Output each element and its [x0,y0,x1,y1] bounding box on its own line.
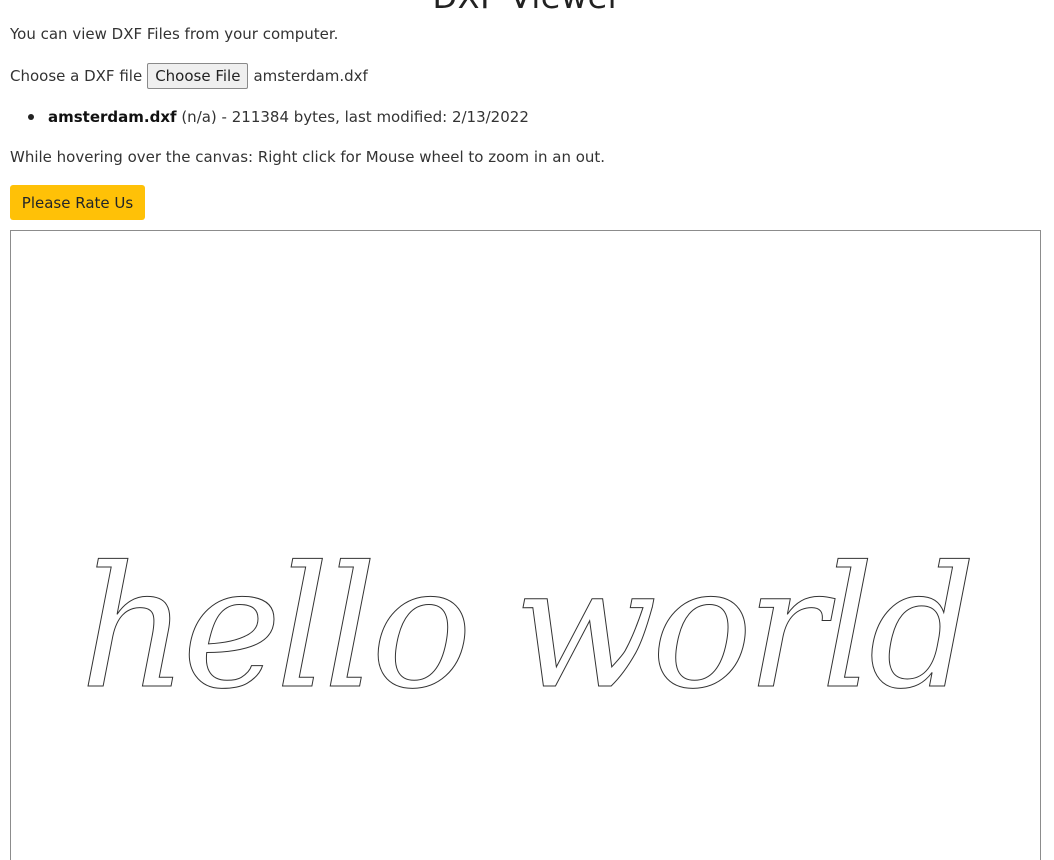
bullet-icon [28,114,34,120]
file-list-name: amsterdam.dxf [48,108,177,126]
page-title: DXF Viewer [0,0,1054,16]
intro-text: You can view DXF Files from your compute… [10,25,339,43]
file-input-label: Choose a DXF file [10,67,143,85]
dxf-canvas[interactable]: hello world [10,230,1041,860]
hover-instructions: While hovering over the canvas: Right cl… [10,148,606,166]
selected-file-name: amsterdam.dxf [253,67,368,85]
file-input-row: Choose a DXF file Choose File amsterdam.… [10,62,368,90]
dxf-drawing-text: hello world [80,530,970,726]
file-list: amsterdam.dxf (n/a) - 211384 bytes, last… [28,108,529,126]
choose-file-button[interactable]: Choose File [147,63,249,89]
list-item: amsterdam.dxf (n/a) - 211384 bytes, last… [28,108,529,126]
dxf-viewer-page: DXF Viewer You can view DXF Files from y… [0,0,1054,860]
rate-us-button[interactable]: Please Rate Us [10,185,145,220]
file-list-details: (n/a) - 211384 bytes, last modified: 2/1… [176,108,529,126]
dxf-drawing: hello world [79,530,976,727]
